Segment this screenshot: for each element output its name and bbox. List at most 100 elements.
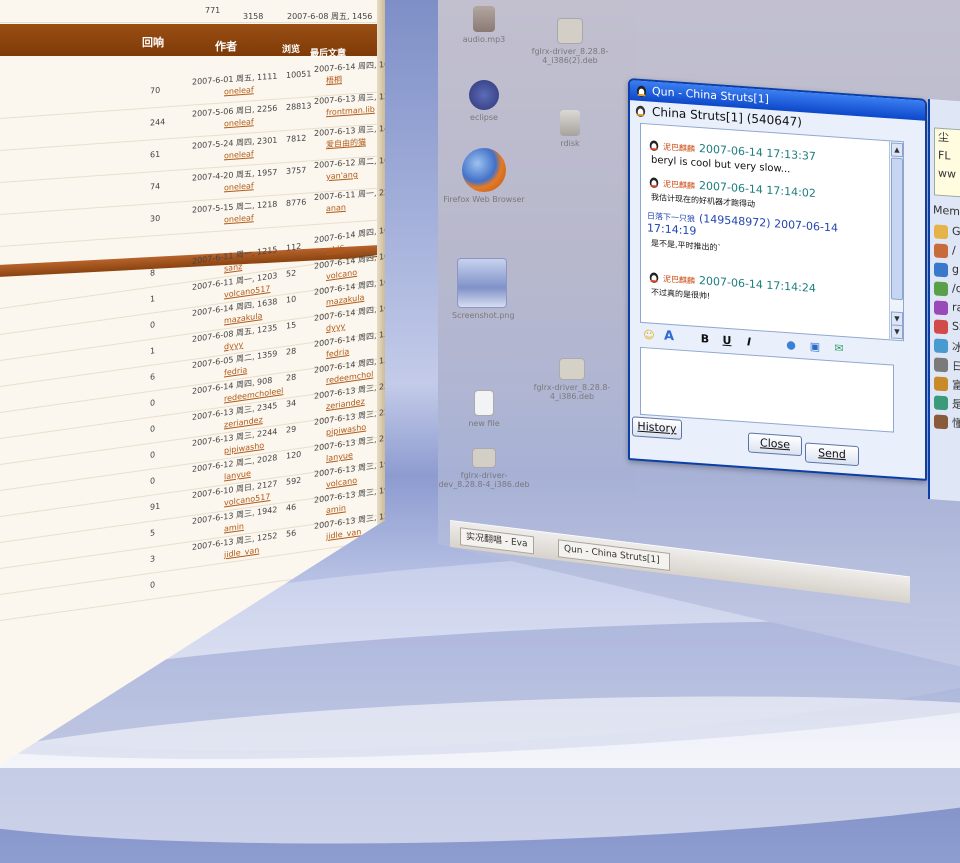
- close-button[interactable]: Close: [748, 432, 802, 457]
- member-name: 懂得: [952, 416, 960, 432]
- history-button[interactable]: History: [632, 416, 682, 440]
- member-item[interactable]: 日大: [932, 356, 960, 375]
- emoticon-icon[interactable]: ☺: [642, 328, 656, 343]
- message-nick: 泥巴麒麟: [663, 142, 695, 154]
- desktop-icon[interactable]: audio.mp3: [438, 6, 530, 44]
- member-avatar-icon: [934, 357, 948, 373]
- row-last-user[interactable]: amin: [326, 503, 346, 516]
- desktop-icon[interactable]: new file: [438, 390, 530, 428]
- row-replies: 0: [150, 424, 156, 434]
- header-views: 浏览: [282, 45, 301, 55]
- group-chat-window[interactable]: Qun - China Struts[1] China Struts[1] (5…: [628, 78, 960, 502]
- desktop-icon[interactable]: fglrx-driver-dev_8.28.8-4_i386.deb: [438, 448, 530, 489]
- row-author[interactable]: dyyy: [224, 340, 243, 353]
- member-item[interactable]: g: [932, 261, 959, 279]
- ad-line: 尘: [938, 130, 949, 145]
- row-last-user[interactable]: lanyue: [326, 450, 353, 464]
- deb-package-icon: [557, 18, 583, 44]
- row-views: 112: [286, 241, 302, 253]
- row-date: 2007-4-20 周五, 1957: [192, 167, 278, 183]
- row-last-user[interactable]: volcano: [326, 476, 357, 490]
- row-last-user[interactable]: frontman.lib: [326, 105, 375, 118]
- screenshot-thumbnail-icon: [457, 258, 507, 308]
- member-name: 日大: [952, 359, 960, 375]
- desktop-icon[interactable]: eclipse: [438, 80, 530, 122]
- row-last-user[interactable]: yan'ang: [326, 170, 358, 182]
- row-last-user[interactable]: fedria: [326, 347, 349, 360]
- row-date: 2007-5-06 周日, 2256: [192, 103, 278, 119]
- row-last-user[interactable]: jidle_van: [326, 527, 361, 542]
- row-author[interactable]: oneleaf: [224, 213, 254, 225]
- row-last-user[interactable]: wkl6: [326, 244, 345, 257]
- desktop-icon[interactable]: Firefox Web Browser: [438, 148, 530, 204]
- member-item[interactable]: 冰: [932, 337, 960, 355]
- scroll-up-arrow-icon[interactable]: ▲: [891, 142, 903, 158]
- scroll-thumb[interactable]: [891, 157, 903, 301]
- deb-package-icon: [472, 448, 496, 468]
- row-last-user[interactable]: 梧桐: [326, 75, 342, 86]
- member-item[interactable]: 是悠: [932, 394, 960, 413]
- member-item[interactable]: /o: [932, 280, 960, 298]
- message-nick: 泥巴麒麟: [663, 274, 695, 286]
- desktop-icon[interactable]: rdisk: [524, 110, 616, 148]
- eclipse-icon: [469, 80, 499, 110]
- row-views: 34: [286, 398, 297, 409]
- row-author[interactable]: sanz: [224, 262, 242, 275]
- desktop-icon[interactable]: fglrx-driver_8.28.8-4_i386.deb: [526, 358, 618, 401]
- message-history-pane[interactable]: 泥巴麒麟 2007-06-14 17:13:37 beryl is cool bu…: [640, 122, 904, 342]
- color-icon[interactable]: ●: [784, 338, 798, 353]
- send-button[interactable]: Send: [805, 442, 859, 467]
- member-avatar-icon: [934, 281, 948, 297]
- row-views: 120: [286, 449, 302, 461]
- row-author[interactable]: oneleaf: [224, 117, 254, 129]
- row-replies: 70: [150, 85, 161, 96]
- screenshot-icon[interactable]: ▣: [808, 340, 822, 355]
- member-name: SS: [952, 319, 960, 334]
- row-replies: 0: [150, 450, 156, 460]
- member-item[interactable]: /: [932, 242, 956, 260]
- row-last-time: 2007-6-14 周四, 1656: [314, 223, 385, 245]
- header-replies: 回响: [142, 36, 164, 49]
- member-item[interactable]: 富利: [932, 375, 960, 394]
- row-author[interactable]: amin: [224, 522, 244, 535]
- row-last-user[interactable]: anan: [326, 203, 346, 214]
- row-views: 29: [286, 424, 297, 435]
- row-views: 28813: [286, 101, 312, 113]
- forum-table-header: 回响 作者 浏览 最后文章: [0, 24, 378, 59]
- row-last-user[interactable]: 爱自由的猫: [326, 137, 366, 150]
- row-replies: 6: [150, 372, 156, 382]
- deb-package-icon: [559, 358, 585, 380]
- underline-button[interactable]: U: [720, 333, 734, 348]
- row-views: 7812: [286, 133, 307, 145]
- row-date: 2007-6-01 周五, 1111: [192, 71, 278, 87]
- text-file-icon: [474, 390, 494, 416]
- top-last-time: 2007-6-08 周五, 1456: [287, 12, 373, 21]
- desktop-icon[interactable]: fglrx-driver_8.28.8-4_i386(2).deb: [524, 18, 616, 65]
- row-replies: 244: [150, 117, 166, 128]
- member-item[interactable]: ra: [932, 299, 960, 317]
- row-replies: 91: [150, 501, 161, 512]
- row-author[interactable]: oneleaf: [224, 181, 254, 193]
- row-author[interactable]: oneleaf: [224, 85, 254, 97]
- row-author[interactable]: fedria: [224, 365, 247, 378]
- desktop-icon[interactable]: Screenshot.png: [452, 258, 515, 320]
- message-log-icon[interactable]: ✉: [832, 341, 846, 356]
- member-name: ra: [952, 300, 960, 315]
- history-scrollbar[interactable]: ▲ ▼ ▼: [889, 141, 903, 341]
- members-tab[interactable]: Mem: [930, 203, 960, 222]
- row-last-user[interactable]: dyyy: [326, 321, 345, 334]
- member-item[interactable]: SS: [932, 318, 960, 336]
- member-sidebar: 尘 FL ww Mem Goog / g/o ra SS 冰日大 富利 是悠 懂得: [928, 98, 960, 502]
- row-replies: 0: [150, 580, 156, 590]
- font-icon[interactable]: A: [662, 329, 676, 345]
- row-replies: 0: [150, 476, 156, 486]
- bold-button[interactable]: B: [698, 332, 712, 347]
- row-views: 15: [286, 320, 297, 331]
- row-views: 8776: [286, 197, 307, 209]
- row-last-user[interactable]: volcano: [326, 268, 357, 282]
- member-item[interactable]: Goog: [932, 223, 960, 242]
- row-author[interactable]: oneleaf: [224, 149, 254, 161]
- italic-button[interactable]: I: [742, 335, 756, 350]
- member-item[interactable]: 懂得: [932, 413, 960, 432]
- scroll-down-arrow-icon[interactable]: ▼: [891, 324, 903, 340]
